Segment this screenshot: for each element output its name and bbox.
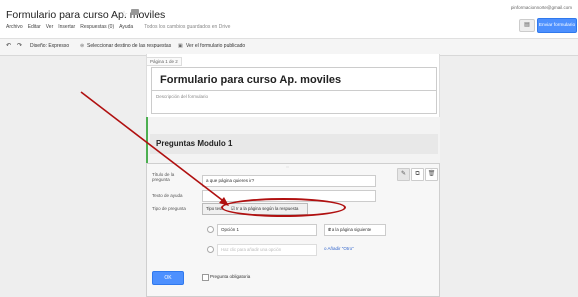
annotation-arrow [80, 91, 229, 206]
